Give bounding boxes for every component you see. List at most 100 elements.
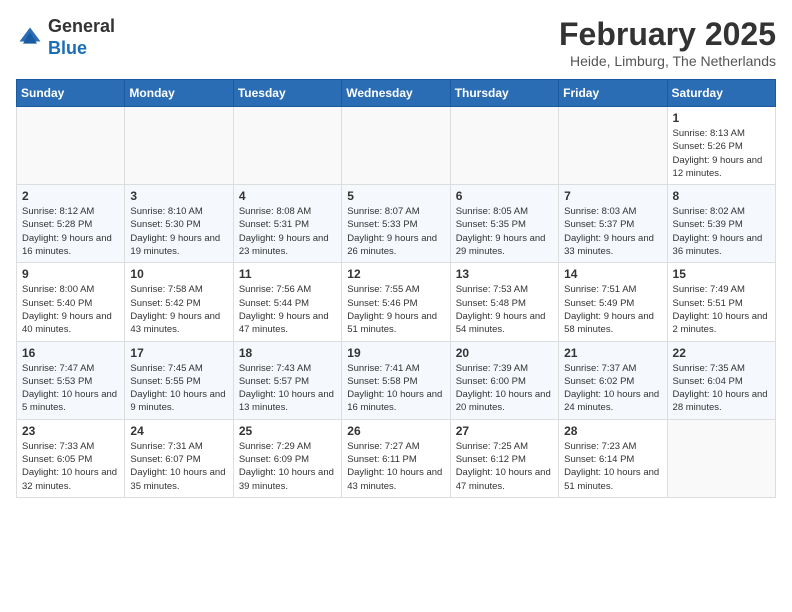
- logo-blue: Blue: [48, 38, 87, 58]
- day-number: 11: [239, 267, 336, 281]
- day-info: Sunrise: 8:10 AM Sunset: 5:30 PM Dayligh…: [130, 205, 227, 258]
- calendar-day-cell: 2Sunrise: 8:12 AM Sunset: 5:28 PM Daylig…: [17, 185, 125, 263]
- day-info: Sunrise: 8:03 AM Sunset: 5:37 PM Dayligh…: [564, 205, 661, 258]
- day-info: Sunrise: 8:08 AM Sunset: 5:31 PM Dayligh…: [239, 205, 336, 258]
- day-number: 28: [564, 424, 661, 438]
- calendar-day-cell: 8Sunrise: 8:02 AM Sunset: 5:39 PM Daylig…: [667, 185, 775, 263]
- title-block: February 2025 Heide, Limburg, The Nether…: [559, 16, 776, 69]
- calendar-day-cell: 28 Sunrise: 7:23 AM Sunset: 6:14 PM Dayli…: [559, 419, 667, 497]
- day-info: Sunrise: 8:07 AM Sunset: 5:33 PM Dayligh…: [347, 205, 444, 258]
- day-number: 26: [347, 424, 444, 438]
- day-info: Sunrise: 7:35 AM Sunset: 6:04 PM Dayligh…: [673, 362, 770, 415]
- day-info: Sunrise: 7:47 AM Sunset: 5:53 PM Dayligh…: [22, 362, 119, 415]
- calendar-day-cell: 17 Sunrise: 7:45 AM Sunset: 5:55 PM Dayli…: [125, 341, 233, 419]
- day-number: 21: [564, 346, 661, 360]
- calendar-day-cell: 7 Sunrise: 8:03 AM Sunset: 5:37 PM Daylig…: [559, 185, 667, 263]
- calendar-day-cell: 16 Sunrise: 7:47 AM Sunset: 5:53 PM Dayli…: [17, 341, 125, 419]
- day-number: 15: [673, 267, 770, 281]
- calendar-day-cell: 20 Sunrise: 7:39 AM Sunset: 6:00 PM Dayli…: [450, 341, 558, 419]
- day-number: 9: [22, 267, 119, 281]
- logo-text: General Blue: [48, 16, 115, 59]
- calendar-day-cell: 1Sunrise: 8:13 AM Sunset: 5:26 PM Daylig…: [667, 107, 775, 185]
- day-number: 19: [347, 346, 444, 360]
- calendar-day-cell: 5Sunrise: 8:07 AM Sunset: 5:33 PM Daylig…: [342, 185, 450, 263]
- day-info: Sunrise: 7:29 AM Sunset: 6:09 PM Dayligh…: [239, 440, 336, 493]
- day-info: Sunrise: 7:31 AM Sunset: 6:07 PM Dayligh…: [130, 440, 227, 493]
- calendar-day-cell: 27 Sunrise: 7:25 AM Sunset: 6:12 PM Dayli…: [450, 419, 558, 497]
- calendar-day-cell: [450, 107, 558, 185]
- calendar-day-cell: 10 Sunrise: 7:58 AM Sunset: 5:42 PM Dayli…: [125, 263, 233, 341]
- logo-icon: [16, 24, 44, 52]
- day-number: 10: [130, 267, 227, 281]
- day-info: Sunrise: 7:23 AM Sunset: 6:14 PM Dayligh…: [564, 440, 661, 493]
- calendar-day-cell: 25 Sunrise: 7:29 AM Sunset: 6:09 PM Dayli…: [233, 419, 341, 497]
- logo: General Blue: [16, 16, 115, 59]
- day-info: Sunrise: 8:00 AM Sunset: 5:40 PM Dayligh…: [22, 283, 119, 336]
- calendar-header-row: SundayMondayTuesdayWednesdayThursdayFrid…: [17, 80, 776, 107]
- calendar-day-cell: 9 Sunrise: 8:00 AM Sunset: 5:40 PM Daylig…: [17, 263, 125, 341]
- calendar-day-cell: 24 Sunrise: 7:31 AM Sunset: 6:07 PM Dayli…: [125, 419, 233, 497]
- day-info: Sunrise: 7:27 AM Sunset: 6:11 PM Dayligh…: [347, 440, 444, 493]
- day-info: Sunrise: 8:05 AM Sunset: 5:35 PM Dayligh…: [456, 205, 553, 258]
- page-header: General Blue February 2025 Heide, Limbur…: [16, 16, 776, 69]
- day-number: 4: [239, 189, 336, 203]
- day-number: 27: [456, 424, 553, 438]
- location: Heide, Limburg, The Netherlands: [559, 53, 776, 69]
- calendar-week-row: 23 Sunrise: 7:33 AM Sunset: 6:05 PM Dayli…: [17, 419, 776, 497]
- calendar-day-cell: [667, 419, 775, 497]
- day-number: 16: [22, 346, 119, 360]
- day-number: 18: [239, 346, 336, 360]
- weekday-header: Thursday: [450, 80, 558, 107]
- day-number: 2: [22, 189, 119, 203]
- calendar-week-row: 1Sunrise: 8:13 AM Sunset: 5:26 PM Daylig…: [17, 107, 776, 185]
- calendar-day-cell: [342, 107, 450, 185]
- day-number: 20: [456, 346, 553, 360]
- day-number: 13: [456, 267, 553, 281]
- weekday-header: Monday: [125, 80, 233, 107]
- day-number: 24: [130, 424, 227, 438]
- calendar-day-cell: 15Sunrise: 7:49 AM Sunset: 5:51 PM Dayli…: [667, 263, 775, 341]
- calendar-day-cell: 13 Sunrise: 7:53 AM Sunset: 5:48 PM Dayli…: [450, 263, 558, 341]
- day-info: Sunrise: 7:58 AM Sunset: 5:42 PM Dayligh…: [130, 283, 227, 336]
- day-number: 3: [130, 189, 227, 203]
- day-number: 12: [347, 267, 444, 281]
- calendar-day-cell: 12 Sunrise: 7:55 AM Sunset: 5:46 PM Dayli…: [342, 263, 450, 341]
- weekday-header: Friday: [559, 80, 667, 107]
- calendar-day-cell: 6Sunrise: 8:05 AM Sunset: 5:35 PM Daylig…: [450, 185, 558, 263]
- calendar-day-cell: 11 Sunrise: 7:56 AM Sunset: 5:44 PM Dayli…: [233, 263, 341, 341]
- calendar-day-cell: [559, 107, 667, 185]
- calendar-day-cell: [17, 107, 125, 185]
- calendar-week-row: 9 Sunrise: 8:00 AM Sunset: 5:40 PM Daylig…: [17, 263, 776, 341]
- day-info: Sunrise: 7:33 AM Sunset: 6:05 PM Dayligh…: [22, 440, 119, 493]
- day-info: Sunrise: 7:25 AM Sunset: 6:12 PM Dayligh…: [456, 440, 553, 493]
- day-info: Sunrise: 7:45 AM Sunset: 5:55 PM Dayligh…: [130, 362, 227, 415]
- day-info: Sunrise: 7:37 AM Sunset: 6:02 PM Dayligh…: [564, 362, 661, 415]
- day-info: Sunrise: 8:13 AM Sunset: 5:26 PM Dayligh…: [673, 127, 770, 180]
- calendar-week-row: 16 Sunrise: 7:47 AM Sunset: 5:53 PM Dayli…: [17, 341, 776, 419]
- day-number: 14: [564, 267, 661, 281]
- logo-general: General: [48, 16, 115, 36]
- day-info: Sunrise: 7:56 AM Sunset: 5:44 PM Dayligh…: [239, 283, 336, 336]
- calendar-day-cell: [125, 107, 233, 185]
- calendar-table: SundayMondayTuesdayWednesdayThursdayFrid…: [16, 79, 776, 498]
- day-number: 25: [239, 424, 336, 438]
- weekday-header: Tuesday: [233, 80, 341, 107]
- weekday-header: Wednesday: [342, 80, 450, 107]
- day-number: 22: [673, 346, 770, 360]
- day-number: 23: [22, 424, 119, 438]
- calendar-day-cell: 22 Sunrise: 7:35 AM Sunset: 6:04 PM Dayli…: [667, 341, 775, 419]
- day-number: 8: [673, 189, 770, 203]
- day-info: Sunrise: 7:39 AM Sunset: 6:00 PM Dayligh…: [456, 362, 553, 415]
- day-info: Sunrise: 7:53 AM Sunset: 5:48 PM Dayligh…: [456, 283, 553, 336]
- day-info: Sunrise: 7:51 AM Sunset: 5:49 PM Dayligh…: [564, 283, 661, 336]
- calendar-day-cell: 3 Sunrise: 8:10 AM Sunset: 5:30 PM Daylig…: [125, 185, 233, 263]
- calendar-day-cell: [233, 107, 341, 185]
- month-title: February 2025: [559, 16, 776, 53]
- day-number: 17: [130, 346, 227, 360]
- day-number: 7: [564, 189, 661, 203]
- weekday-header: Sunday: [17, 80, 125, 107]
- day-info: Sunrise: 7:41 AM Sunset: 5:58 PM Dayligh…: [347, 362, 444, 415]
- calendar-day-cell: 4 Sunrise: 8:08 AM Sunset: 5:31 PM Daylig…: [233, 185, 341, 263]
- weekday-header: Saturday: [667, 80, 775, 107]
- day-info: Sunrise: 7:55 AM Sunset: 5:46 PM Dayligh…: [347, 283, 444, 336]
